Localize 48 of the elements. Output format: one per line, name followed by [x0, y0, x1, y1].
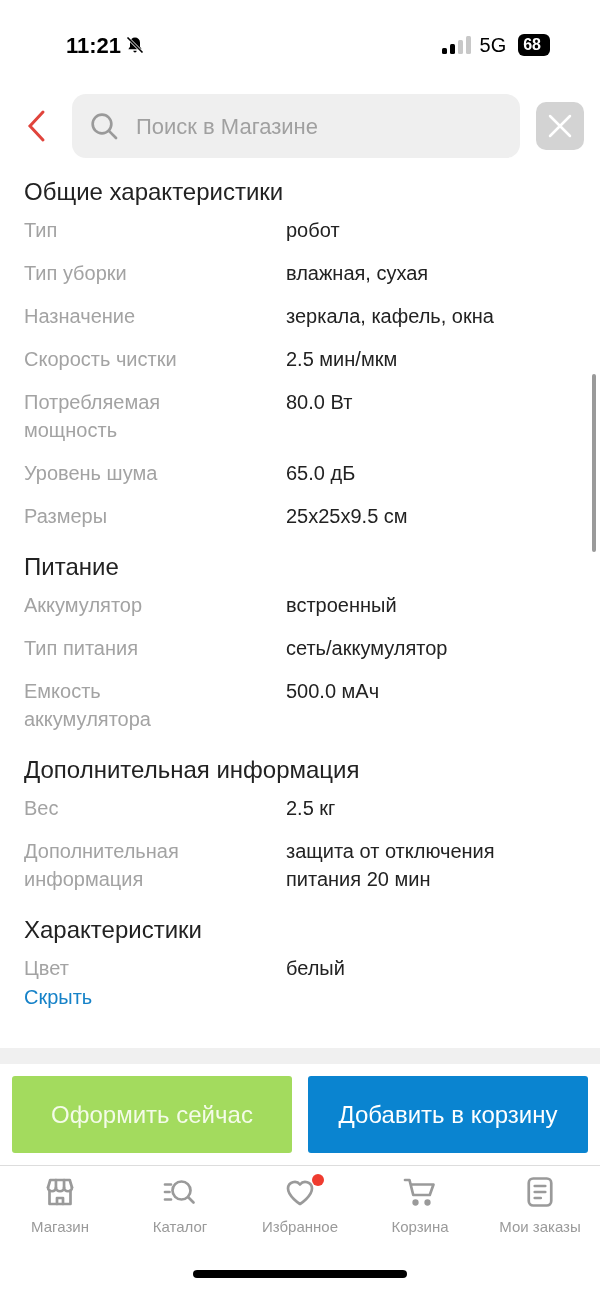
spec-label: Тип	[24, 218, 58, 243]
section-title: Общие характеристики	[24, 177, 285, 207]
spec-value: 65.0 дБ	[286, 461, 356, 486]
close-icon	[547, 113, 573, 139]
chevron-left-icon	[25, 109, 47, 143]
spec-value: 2.5 мин/мкм	[286, 347, 398, 372]
spec-value: сеть/аккумулятор	[286, 636, 448, 661]
battery-indicator: 68	[518, 34, 550, 56]
spec-value: 500.0 мАч	[286, 679, 380, 704]
nav-tab[interactable]: Магазин	[0, 1174, 120, 1239]
section-title: Дополнительная информация	[24, 755, 361, 785]
spec-value: 2.5 кг	[286, 796, 336, 821]
section-title: Питание	[24, 552, 120, 582]
spec-label: Вес	[24, 796, 59, 821]
spec-label: Тип уборки	[24, 261, 127, 286]
checkout-button[interactable]: Оформить сейчас	[12, 1076, 292, 1153]
spec-label: Уровень шума	[24, 461, 158, 486]
spec-value: зеркала, кафель, окна	[286, 304, 494, 329]
spec-label: Скорость чистки	[24, 347, 177, 372]
search-icon	[88, 110, 120, 142]
spec-label: Емкость аккумулятора	[24, 679, 152, 732]
spec-label: Цвет	[24, 956, 69, 981]
spec-label: Назначение	[24, 304, 136, 329]
spec-value: 25x25x9.5 см	[286, 504, 408, 529]
nav-tab[interactable]: Каталог	[120, 1174, 240, 1239]
spec-value: встроенный	[286, 593, 397, 618]
spec-value: влажная, сухая	[286, 261, 429, 286]
muted-bell-icon	[125, 35, 146, 55]
status-time: 11:21	[66, 31, 122, 60]
add-to-cart-button[interactable]: Добавить в корзину	[308, 1076, 588, 1153]
search-bar[interactable]: Поиск в Магазине	[72, 94, 520, 158]
nav-tab[interactable]: Избранное	[240, 1174, 360, 1239]
spec-value: защита от отключения питания 20 мин	[286, 839, 496, 892]
spec-label: Дополнительная информация	[24, 839, 180, 892]
spec-label: Тип питания	[24, 636, 138, 661]
spec-label: Размеры	[24, 504, 108, 529]
section-title: Характеристики	[24, 915, 203, 945]
nav-tab[interactable]: Корзина	[360, 1174, 480, 1239]
network-label: 5G	[479, 33, 507, 58]
spec-label: Потребляемая мощность	[24, 390, 162, 443]
spec-label: Аккумулятор	[24, 593, 143, 618]
spec-value: белый	[286, 956, 345, 981]
hide-link[interactable]: Скрыть	[24, 982, 93, 1012]
spec-value: 80.0 Вт	[286, 390, 353, 415]
spec-value: робот	[286, 218, 340, 243]
search-input[interactable]: Поиск в Магазине	[136, 109, 504, 143]
signal-icon	[441, 36, 472, 54]
nav-tab[interactable]: Мои заказы	[480, 1174, 600, 1239]
